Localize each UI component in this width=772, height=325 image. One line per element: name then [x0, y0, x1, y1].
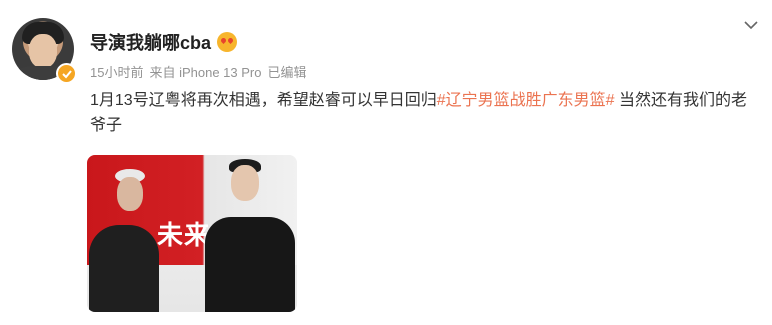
- chevron-down-icon[interactable]: [740, 14, 762, 36]
- post-image[interactable]: 未来: [87, 155, 297, 312]
- person-right-body: [205, 217, 295, 312]
- post-time[interactable]: 15小时前: [90, 62, 143, 81]
- person-left-head: [117, 177, 143, 211]
- avatar-face: [29, 34, 57, 68]
- person-left-body: [89, 225, 159, 312]
- username-row: 导演我躺哪cba: [90, 29, 238, 55]
- post-source: 来自 iPhone 13 Pro: [149, 65, 262, 80]
- username[interactable]: 导演我躺哪cba: [90, 29, 211, 55]
- heart-eyes-emoji-icon: [217, 32, 238, 52]
- verified-badge-icon: [56, 63, 77, 84]
- banner-text: 未来: [157, 221, 212, 251]
- post-meta: 15小时前 来自 iPhone 13 Pro 已编辑: [90, 62, 307, 81]
- topic-link[interactable]: #辽宁男篮战胜广东男篮#: [437, 92, 615, 109]
- edited-label[interactable]: 已编辑: [267, 62, 306, 81]
- post-text: 1月13号辽粤将再次相遇，希望赵睿可以早日回归#辽宁男篮战胜广东男篮# 当然还有…: [90, 88, 760, 138]
- person-right-head: [231, 165, 259, 201]
- post-text-before: 1月13号辽粤将再次相遇，希望赵睿可以早日回归: [90, 92, 437, 109]
